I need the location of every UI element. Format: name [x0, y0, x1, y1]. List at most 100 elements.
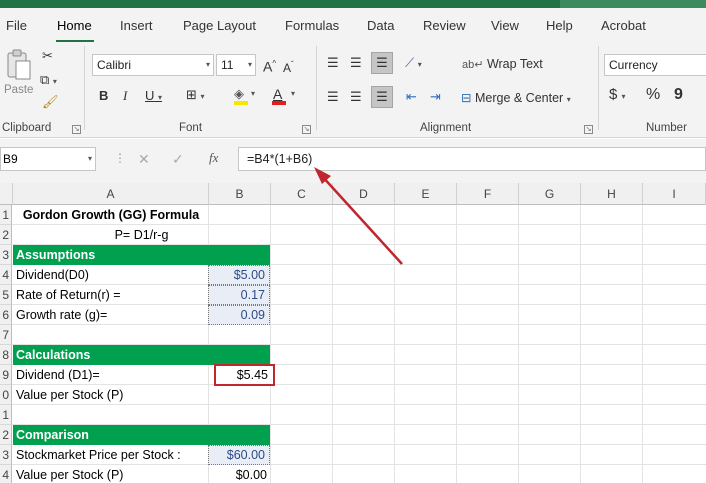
align-center-icon[interactable]: ☰	[350, 89, 362, 105]
font-name-select[interactable]: Calibri ▾	[92, 54, 214, 76]
insert-function-icon[interactable]: fx	[209, 150, 218, 166]
cut-icon[interactable]: ✂	[42, 48, 53, 64]
section-header-assumptions[interactable]: Assumptions	[13, 245, 270, 265]
align-left-icon[interactable]: ☰	[327, 89, 339, 105]
row-header-13[interactable]: 3	[0, 445, 12, 465]
divider	[316, 46, 317, 130]
enter-icon[interactable]: ✓	[172, 151, 184, 168]
tab-review[interactable]: Review	[423, 18, 466, 33]
tab-page-layout[interactable]: Page Layout	[183, 18, 256, 33]
cancel-icon[interactable]: ✕	[138, 151, 150, 168]
wrap-text-button[interactable]: ab↵ Wrap Text	[462, 54, 543, 74]
row-header-3[interactable]: 3	[0, 245, 12, 265]
chevron-down-icon: ▾	[566, 95, 571, 104]
row-header-8[interactable]: 8	[0, 345, 12, 365]
tab-file[interactable]: File	[6, 18, 27, 33]
cell-market-label[interactable]: Stockmarket Price per Stock :	[16, 445, 181, 465]
currency-format-button[interactable]: $ ▾	[609, 87, 626, 105]
format-painter-icon[interactable]: 🖌	[42, 94, 59, 110]
tab-help[interactable]: Help	[546, 18, 573, 33]
align-top-icon[interactable]: ☰	[327, 55, 339, 71]
font-size-value: 11	[221, 58, 234, 72]
worksheet-grid[interactable]: A B C D E F G H I 1 2 3 4 5 6 7 8 9 0 1 …	[0, 183, 706, 483]
section-header-comparison[interactable]: Comparison	[13, 425, 270, 445]
font-color-icon[interactable]: A ▾	[272, 86, 300, 106]
column-header-h[interactable]: H	[581, 183, 643, 205]
column-header-b[interactable]: B	[209, 183, 271, 205]
tab-data[interactable]: Data	[367, 18, 394, 33]
column-header-i[interactable]: I	[643, 183, 706, 205]
fill-color-icon[interactable]: ◈ ▾	[234, 86, 260, 106]
number-format-select[interactable]: Currency	[604, 54, 706, 76]
row-header-7[interactable]: 7	[0, 325, 12, 345]
increase-indent-icon[interactable]: ⇥	[430, 89, 441, 105]
clipboard-launcher-icon[interactable]: ↘	[72, 125, 81, 134]
comma-style-button[interactable]: 9	[674, 87, 683, 103]
row-header-10[interactable]: 0	[0, 385, 12, 405]
cell-dividend-value[interactable]: $5.00	[208, 265, 270, 285]
cell-vps-label[interactable]: Value per Stock (P)	[16, 385, 123, 405]
section-header-calculations[interactable]: Calculations	[13, 345, 270, 365]
paste-button[interactable]: Paste	[4, 48, 34, 100]
chevron-down-icon: ▾	[87, 154, 92, 163]
row-header-9[interactable]: 9	[0, 365, 12, 385]
cell-return-label[interactable]: Rate of Return(r) =	[16, 285, 121, 305]
cell-growth-label[interactable]: Growth rate (g)=	[16, 305, 107, 325]
row-header-12[interactable]: 2	[0, 425, 12, 445]
orientation-icon[interactable]: ⟋ ▾	[405, 55, 422, 73]
divider	[84, 46, 85, 130]
row-header-11[interactable]: 1	[0, 405, 12, 425]
alignment-launcher-icon[interactable]: ↘	[584, 125, 593, 134]
tab-acrobat[interactable]: Acrobat	[601, 18, 646, 33]
column-header-e[interactable]: E	[395, 183, 457, 205]
tab-formulas[interactable]: Formulas	[285, 18, 339, 33]
name-box[interactable]: B9 ▾	[0, 147, 96, 171]
cell-formula-text[interactable]: P= D1/r-g	[13, 225, 270, 245]
cell-title[interactable]: Gordon Growth (GG) Formula	[13, 205, 209, 225]
borders-icon[interactable]: ⊞ ▾	[186, 87, 205, 105]
align-bottom-icon[interactable]: ☰	[371, 52, 393, 74]
cell-vps2-value[interactable]: $0.00	[209, 465, 269, 483]
shrink-font-button[interactable]: Aˇ	[283, 57, 294, 76]
formula-bar: B9 ▾ ⋮ ✕ ✓ fx =B4*(1+B6)	[0, 139, 706, 183]
underline-button[interactable]: U ▾	[145, 88, 162, 106]
divider	[598, 46, 599, 130]
column-header-f[interactable]: F	[457, 183, 519, 205]
font-name-value: Calibri	[97, 58, 132, 72]
column-header-d[interactable]: D	[333, 183, 395, 205]
cell-growth-value[interactable]: 0.09	[208, 305, 270, 325]
cell-d1-value-selected[interactable]: $5.45	[214, 364, 275, 386]
bold-button[interactable]: B	[99, 88, 108, 104]
column-header-c[interactable]: C	[271, 183, 333, 205]
grow-font-button[interactable]: A^	[263, 56, 276, 75]
tab-view[interactable]: View	[491, 18, 519, 33]
row-header-2[interactable]: 2	[0, 225, 12, 245]
font-size-select[interactable]: 11 ▾	[216, 54, 256, 76]
cell-market-value[interactable]: $60.00	[208, 445, 270, 465]
copy-icon[interactable]: ⧉ ▾	[40, 72, 57, 90]
cell-dividend-label[interactable]: Dividend(D0)	[16, 265, 89, 285]
select-all-corner[interactable]	[0, 183, 13, 205]
align-right-icon[interactable]: ☰	[371, 86, 393, 108]
row-header-14[interactable]: 4	[0, 465, 12, 483]
font-launcher-icon[interactable]: ↘	[302, 125, 311, 134]
cell-vps2-label[interactable]: Value per Stock (P)	[16, 465, 123, 483]
cell-d1-label[interactable]: Dividend (D1)=	[16, 365, 100, 385]
chevron-down-icon: ▾	[247, 60, 252, 69]
decrease-indent-icon[interactable]: ⇤	[406, 89, 417, 105]
cell-return-value[interactable]: 0.17	[208, 285, 270, 305]
align-middle-icon[interactable]: ☰	[350, 55, 362, 71]
row-header-6[interactable]: 6	[0, 305, 12, 325]
italic-button[interactable]: I	[123, 88, 127, 104]
row-header-1[interactable]: 1	[0, 205, 12, 225]
title-bar	[0, 0, 706, 8]
tab-insert[interactable]: Insert	[120, 18, 153, 33]
column-header-a[interactable]: A	[13, 183, 209, 205]
tab-home[interactable]: Home	[57, 18, 92, 33]
percent-style-button[interactable]: %	[646, 87, 660, 103]
formula-input[interactable]: =B4*(1+B6)	[238, 147, 706, 171]
row-header-4[interactable]: 4	[0, 265, 12, 285]
row-header-5[interactable]: 5	[0, 285, 12, 305]
column-header-g[interactable]: G	[519, 183, 581, 205]
merge-center-button[interactable]: ⊟ Merge & Center ▾	[461, 88, 571, 108]
